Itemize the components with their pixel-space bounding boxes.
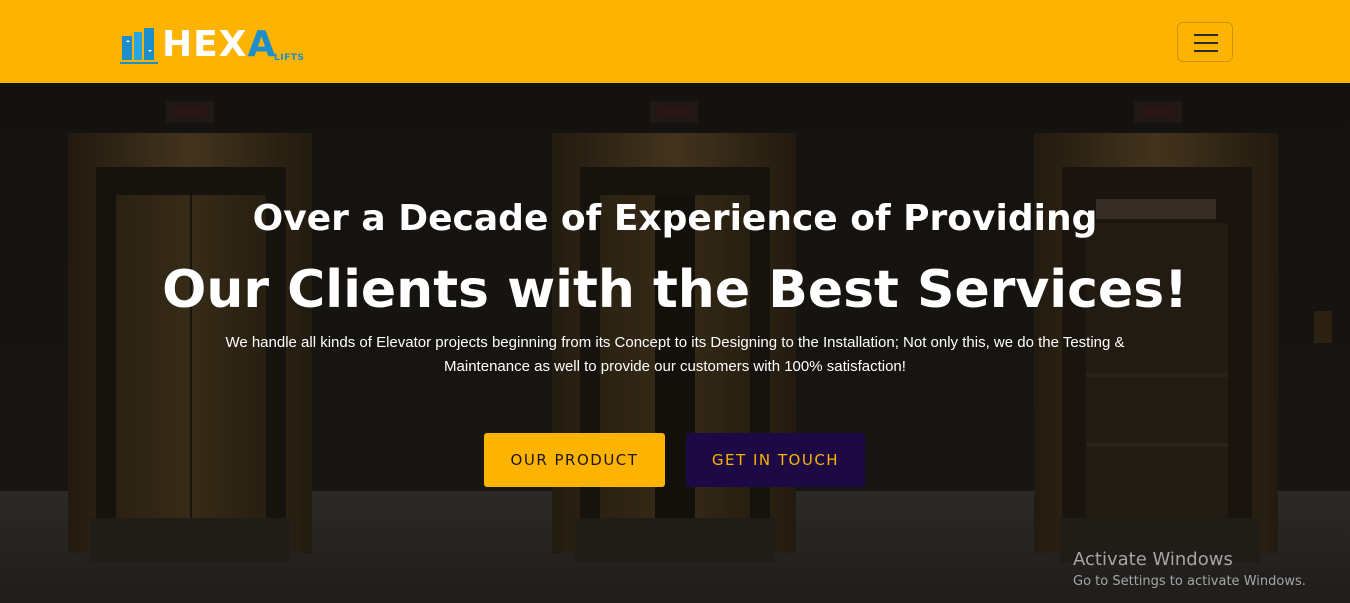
watermark-subtitle: Go to Settings to activate Windows. xyxy=(1073,574,1306,589)
hero-heading: Our Clients with the Best Services! xyxy=(162,260,1188,320)
get-in-touch-button[interactable]: GET IN TOUCH xyxy=(686,433,865,487)
hamburger-menu-icon xyxy=(1194,42,1218,44)
navbar: HEXA LIFTS xyxy=(0,0,1350,83)
hamburger-menu-icon xyxy=(1194,34,1218,36)
watermark-title: Activate Windows xyxy=(1073,549,1233,570)
logo-subtext: LIFTS xyxy=(274,53,305,63)
logo-accent-text: A xyxy=(247,24,277,65)
hero-description: We handle all kinds of Elevator projects… xyxy=(225,334,1125,375)
hamburger-menu-icon xyxy=(1194,50,1218,52)
hero-subheading: Over a Decade of Experience of Providing xyxy=(252,198,1098,239)
menu-toggle-button[interactable] xyxy=(1177,22,1233,62)
hero-section: Over a Decade of Experience of Providing… xyxy=(0,83,1350,603)
logo-main-text: HEX xyxy=(162,24,248,65)
logo-icon xyxy=(120,28,158,64)
logo-wordmark: HEXA xyxy=(162,25,276,65)
our-product-button[interactable]: OUR PRODUCT xyxy=(484,433,665,487)
brand-logo[interactable]: HEXA LIFTS xyxy=(120,25,320,68)
windows-activation-watermark: Activate Windows Go to Settings to activ… xyxy=(1073,549,1306,593)
